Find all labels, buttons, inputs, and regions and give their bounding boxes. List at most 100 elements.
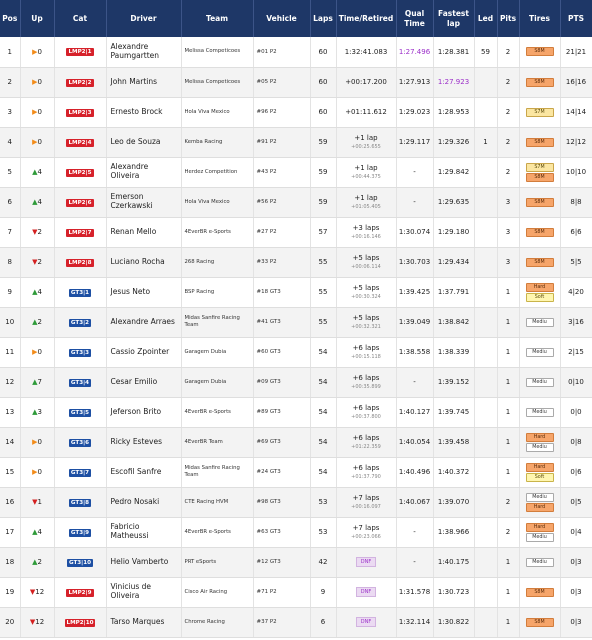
position-change-cell: ▶0 [20, 67, 55, 98]
column-header-qual-time[interactable]: Qual Time [396, 0, 434, 37]
driver-name[interactable]: Jesus Neto [111, 287, 151, 296]
column-header-vehicle[interactable]: Vehicle [253, 0, 311, 37]
tire-badge: S8M [525, 172, 554, 182]
tire-badge: S8M [525, 587, 554, 597]
led-cell [474, 457, 498, 488]
time-gap: +01:37.790 [351, 474, 381, 480]
table-row[interactable]: 10 ▲2 GT3|2 Alexandre Arraes Midas Sanfire R… [0, 307, 592, 338]
points-value: 0|3 [570, 588, 582, 596]
driver-cell[interactable]: John Martins [106, 67, 182, 98]
column-header-pos[interactable]: Pos [0, 0, 21, 37]
table-row[interactable]: 2 ▶0 LMP2|2 John Martins Melissa Competicoes… [0, 67, 592, 98]
driver-cell[interactable]: Alexandre Paumgartten [106, 37, 182, 68]
table-row[interactable]: 8 ▼2 LMP2|8 Luciano Rocha 268 Racing #33 P2 55… [0, 247, 592, 278]
driver-name[interactable]: Alexandre Oliveira [111, 162, 149, 180]
table-row[interactable]: 17 ▲4 GT3|9 Fabricio Matheussi 4EverBR e-Spo… [0, 517, 592, 548]
dnf-badge: DNF [355, 557, 377, 567]
driver-cell[interactable]: Renan Mello [106, 217, 182, 248]
driver-name[interactable]: Alexandre Arraes [111, 317, 175, 326]
driver-cell[interactable]: Jeferson Brito [106, 397, 182, 428]
column-header-time-retired[interactable]: Time/Retired [336, 0, 397, 37]
time-cell: +5 laps +00:30.324 [336, 277, 397, 308]
column-header-tires[interactable]: Tires [519, 0, 561, 37]
table-row[interactable]: 11 ▶0 GT3|3 Cassio Zpointer Garagem Dubia #60… [0, 337, 592, 368]
led-cell [474, 67, 498, 98]
column-header-pts[interactable]: PTS [560, 0, 592, 37]
column-header-driver[interactable]: Driver [106, 0, 182, 37]
driver-cell[interactable]: Alexandre Oliveira [106, 157, 182, 188]
driver-name[interactable]: Luciano Rocha [111, 257, 165, 266]
driver-name[interactable]: Escofil Sanfre [111, 467, 162, 476]
position-cell: 16 [0, 487, 21, 518]
driver-cell[interactable]: Escofil Sanfre [106, 457, 182, 488]
qual-time-cell: - [396, 367, 434, 398]
driver-name[interactable]: Cassio Zpointer [111, 347, 170, 356]
table-row[interactable]: 12 ▲7 GT3|4 Cesar Emilio Garagem Dubia #09 GT… [0, 367, 592, 398]
driver-name[interactable]: Helio Vamberto [111, 557, 169, 566]
laps-cell: 59 [310, 127, 337, 158]
driver-cell[interactable]: Helio Vamberto [106, 547, 182, 578]
qual-time-value: 1:30.074 [398, 228, 431, 236]
category-badge: LMP2|7 [66, 228, 94, 237]
table-row[interactable]: 19 ▼12 LMP2|9 Vinicius de Oliveira Cisco Air… [0, 577, 592, 608]
pits-cell: 1 [497, 577, 520, 608]
driver-cell[interactable]: Vinicius de Oliveira [106, 577, 182, 608]
driver-name[interactable]: Tarso Marques [111, 617, 165, 626]
driver-name[interactable]: Pedro Nosaki [111, 497, 160, 506]
column-header-led[interactable]: Led [474, 0, 498, 37]
table-row[interactable]: 9 ▲4 GT3|1 Jesus Neto BSP Racing #18 GT3 55 +5 … [0, 277, 592, 308]
vehicle-cell: #37 P2 [253, 607, 311, 638]
driver-name[interactable]: Renan Mello [111, 227, 157, 236]
driver-cell[interactable]: Jesus Neto [106, 277, 182, 308]
driver-name[interactable]: Fabricio Matheussi [111, 522, 149, 540]
table-row[interactable]: 7 ▼2 LMP2|7 Renan Mello 4EverBR e-Sports #27 … [0, 217, 592, 248]
driver-name[interactable]: Alexandre Paumgartten [111, 42, 160, 60]
time-cell: +7 laps +00:23.066 [336, 517, 397, 548]
qual-time-value: - [413, 168, 416, 176]
column-header-up[interactable]: Up [20, 0, 55, 37]
table-row[interactable]: 4 ▶0 LMP2|4 Leo de Souza Kemba Racing #91 P2 5… [0, 127, 592, 158]
driver-name[interactable]: John Martins [111, 77, 158, 86]
driver-cell[interactable]: Emerson Czerkawski [106, 187, 182, 218]
driver-name[interactable]: Ernesto Brock [111, 107, 163, 116]
driver-name[interactable]: Vinicius de Oliveira [111, 582, 152, 600]
position-change-cell: ▶0 [20, 337, 55, 368]
driver-cell[interactable]: Cesar Emilio [106, 367, 182, 398]
driver-cell[interactable]: Luciano Rocha [106, 247, 182, 278]
driver-name[interactable]: Jeferson Brito [111, 407, 162, 416]
driver-name[interactable]: Ricky Esteves [111, 437, 162, 446]
driver-cell[interactable]: Ricky Esteves [106, 427, 182, 458]
driver-name[interactable]: Cesar Emilio [111, 377, 158, 386]
table-row[interactable]: 6 ▲4 LMP2|6 Emerson Czerkawski Hola Viva Mex… [0, 187, 592, 218]
driver-name[interactable]: Leo de Souza [111, 137, 161, 146]
table-row[interactable]: 15 ▶0 GT3|7 Escofil Sanfre Midas Sanfire Rac… [0, 457, 592, 488]
table-row[interactable]: 20 ▼12 LMP2|10 Tarso Marques Chrome Racing #3… [0, 607, 592, 638]
table-row[interactable]: 5 ▲4 LMP2|5 Alexandre Oliveira Herdez Compet… [0, 157, 592, 188]
column-header-fastest-lap[interactable]: Fastest lap [433, 0, 475, 37]
points-cell: 0|4 [560, 517, 592, 548]
table-row[interactable]: 3 ▶0 LMP2|3 Ernesto Brock Hola Viva Mexico #9… [0, 97, 592, 128]
column-header-laps[interactable]: Laps [310, 0, 337, 37]
points-value: 4|20 [568, 288, 584, 296]
driver-cell[interactable]: Leo de Souza [106, 127, 182, 158]
driver-cell[interactable]: Alexandre Arraes [106, 307, 182, 338]
driver-cell[interactable]: Pedro Nosaki [106, 487, 182, 518]
driver-cell[interactable]: Tarso Marques [106, 607, 182, 638]
driver-cell[interactable]: Ernesto Brock [106, 97, 182, 128]
table-row[interactable]: 13 ▲3 GT3|5 Jeferson Brito 4EverBR e-Sports #… [0, 397, 592, 428]
table-row[interactable]: 14 ▶0 GT3|6 Ricky Esteves 4EverBR Team #69 GT… [0, 427, 592, 458]
column-header-pits[interactable]: Pits [497, 0, 520, 37]
table-row[interactable]: 18 ▲2 GT3|10 Helio Vamberto PRT eSports #12 G… [0, 547, 592, 578]
tire-badge: S8M [525, 197, 554, 207]
driver-cell[interactable]: Cassio Zpointer [106, 337, 182, 368]
pits-value: 2 [505, 47, 511, 56]
qual-time-value: 1:32.114 [398, 618, 431, 626]
position-change-value: 0 [37, 47, 42, 56]
table-row[interactable]: 16 ▼1 GT3|8 Pedro Nosaki CTE Racing HVM #98 G… [0, 487, 592, 518]
pits-cell: 1 [497, 607, 520, 638]
column-header-team[interactable]: Team [181, 0, 254, 37]
driver-name[interactable]: Emerson Czerkawski [111, 192, 153, 210]
table-row[interactable]: 1 ▶0 LMP2|1 Alexandre Paumgartten Melissa Co… [0, 37, 592, 68]
column-header-cat[interactable]: Cat [54, 0, 107, 37]
driver-cell[interactable]: Fabricio Matheussi [106, 517, 182, 548]
